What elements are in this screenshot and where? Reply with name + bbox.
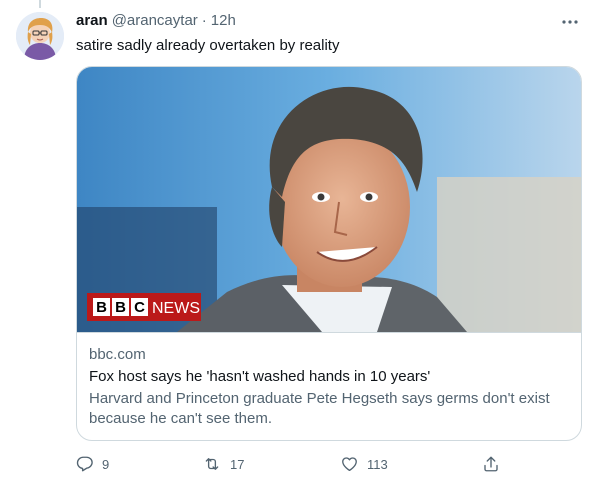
tweet-actions: 9 17 113 xyxy=(76,452,506,476)
card-domain: bbc.com xyxy=(89,346,146,363)
separator-dot: · xyxy=(201,12,207,29)
tweet-text: satire sadly already overtaken by realit… xyxy=(76,37,340,54)
bbc-letter-3: C xyxy=(134,299,145,316)
bbc-letter-2: B xyxy=(115,299,126,316)
avatar[interactable] xyxy=(16,12,64,60)
reply-count: 9 xyxy=(102,456,110,472)
share-button[interactable] xyxy=(482,455,500,473)
card-title: Fox host says he 'hasn't washed hands in… xyxy=(89,368,431,385)
bbc-news-word: NEWS xyxy=(152,300,200,317)
more-horizontal-icon[interactable] xyxy=(560,12,580,32)
user-handle[interactable]: @arancaytar xyxy=(112,12,198,29)
reply-button[interactable]: 9 xyxy=(76,455,109,473)
display-name[interactable]: aran xyxy=(76,12,108,29)
card-image[interactable]: B B C NEWS xyxy=(77,67,581,332)
bbc-letter-1: B xyxy=(96,299,107,316)
tweet[interactable]: aran @arancaytar · 12h satire sadly alre… xyxy=(0,0,598,484)
tweet-header: aran @arancaytar · 12h xyxy=(76,12,236,32)
retweet-count: 17 xyxy=(230,456,245,472)
like-count: 113 xyxy=(367,456,388,472)
thread-connector-line xyxy=(39,0,41,8)
card-body[interactable]: bbc.com Fox host says he 'hasn't washed … xyxy=(77,332,581,440)
like-button[interactable]: 113 xyxy=(340,455,388,473)
reply-icon xyxy=(76,455,94,473)
card-description: Harvard and Princeton graduate Pete Hegs… xyxy=(89,390,550,427)
link-preview-card[interactable]: B B C NEWS bbc.com Fox host says he 'has… xyxy=(76,66,582,441)
retweet-icon xyxy=(202,455,222,473)
heart-icon xyxy=(340,455,359,473)
retweet-button[interactable]: 17 xyxy=(202,455,244,473)
share-icon xyxy=(482,455,500,473)
tweet-timestamp[interactable]: 12h xyxy=(211,12,236,29)
